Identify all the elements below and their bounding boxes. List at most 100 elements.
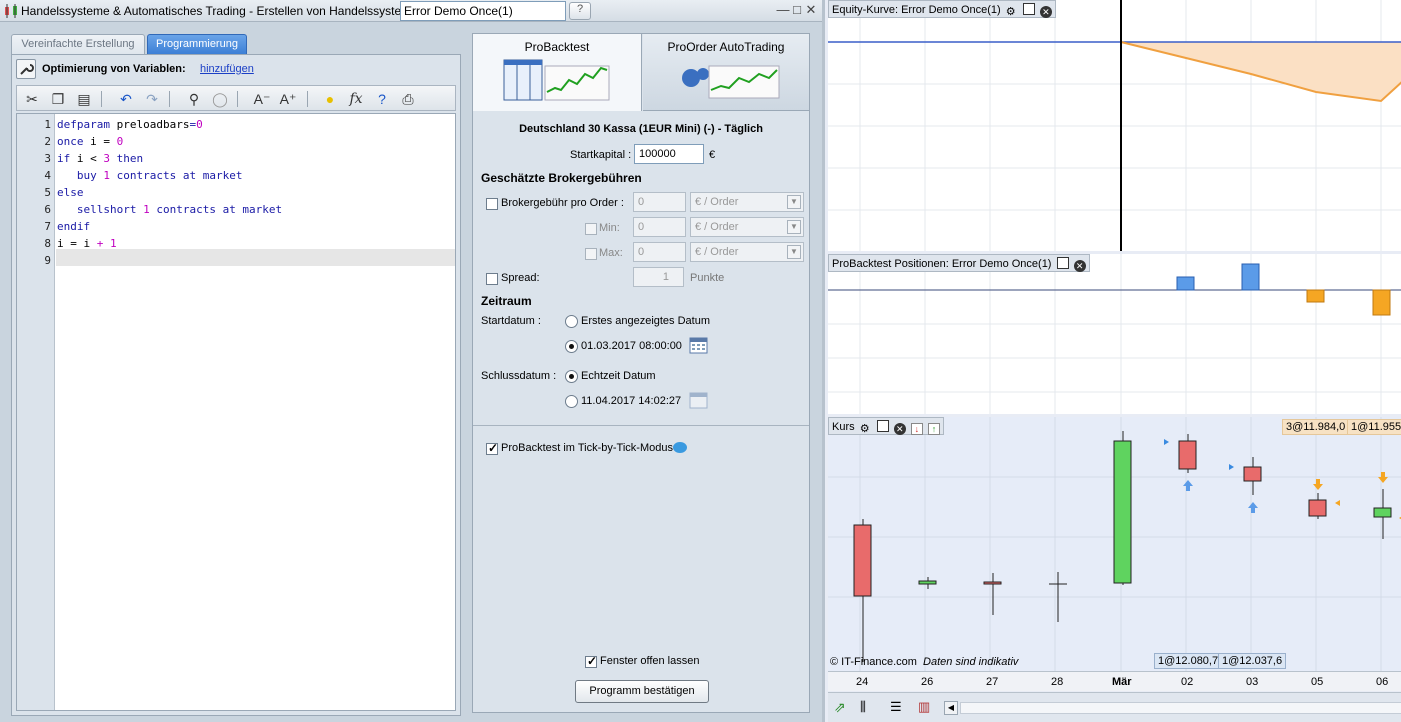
wrench-icon[interactable]: ⚙ xyxy=(860,422,872,435)
end-realtime-label: Echtzeit Datum xyxy=(581,370,656,382)
max-fee-unit-value: € / Order xyxy=(695,246,739,258)
editor-frame: Optimierung von Variablen: hinzufügen ✂ … xyxy=(11,54,461,716)
equity-chart xyxy=(828,0,1401,251)
minimize-icon[interactable]: — xyxy=(776,3,790,17)
start-first-date-label: Erstes angezeigtes Datum xyxy=(581,315,711,327)
candle-up xyxy=(1113,440,1132,584)
tab-simplified-creation[interactable]: Vereinfachte Erstellung xyxy=(11,34,145,54)
start-capital-input[interactable]: 100000 xyxy=(634,144,704,164)
print-icon[interactable]: ⎙ xyxy=(397,89,419,109)
close-icon[interactable]: ✕ xyxy=(804,3,818,17)
spread-stepper[interactable]: 1 xyxy=(633,267,684,287)
wrench-icon[interactable] xyxy=(16,59,36,79)
help-question-icon[interactable]: ? xyxy=(569,2,591,20)
comment-icon[interactable]: ◯ xyxy=(209,89,231,109)
undo-icon[interactable]: ↶ xyxy=(115,89,137,109)
positions-pane-header: ProBacktest Positionen: Error Demo Once(… xyxy=(828,254,1090,272)
close-icon[interactable]: ✕ xyxy=(893,423,906,435)
arrow-down-icon[interactable]: ↓ xyxy=(910,423,923,435)
min-fee-input[interactable]: 0 xyxy=(633,217,686,237)
help-icon[interactable]: ? xyxy=(371,89,393,109)
tab-programming[interactable]: Programmierung xyxy=(147,34,247,54)
positions-chart xyxy=(828,254,1401,414)
code-editor[interactable]: 1 2 3 4 5 6 7 8 9 defparam preloadbars=0… xyxy=(16,113,456,711)
font-larger-icon[interactable]: A⁺ xyxy=(277,89,299,109)
tick-mode-checkbox[interactable] xyxy=(486,441,498,455)
close-icon[interactable]: ✕ xyxy=(1073,260,1086,272)
min-fee-unit-select[interactable]: € / Order ▼ xyxy=(690,217,804,237)
sell-arrow-icon xyxy=(1313,479,1323,490)
close-icon[interactable]: ✕ xyxy=(1039,6,1052,18)
function-icon[interactable]: fx xyxy=(345,89,367,109)
broker-fee-input[interactable]: 0 xyxy=(633,192,686,212)
x-axis-tick: 06 xyxy=(1376,676,1389,688)
cut-icon[interactable]: ✂ xyxy=(21,89,43,109)
broker-fee-unit-select[interactable]: € / Order ▼ xyxy=(690,192,804,212)
end-realtime-radio[interactable] xyxy=(565,370,578,383)
code-token: contracts at market xyxy=(149,203,283,216)
max-fee-unit-select[interactable]: € / Order ▼ xyxy=(690,242,804,262)
app-candlestick-icon xyxy=(5,4,17,18)
system-name-input[interactable]: Error Demo Once(1) xyxy=(400,1,566,21)
calendar-icon[interactable] xyxy=(689,391,708,409)
export-chart-icon[interactable]: ⇗ xyxy=(834,699,852,717)
code-token: sellshort xyxy=(57,203,144,216)
candle-down xyxy=(1308,499,1327,517)
period-heading: Zeitraum xyxy=(481,294,532,308)
end-custom-date-value: 11.04.2017 14:02:27 xyxy=(581,395,682,407)
window-title-bar: Handelssysteme & Automatisches Trading -… xyxy=(0,0,822,22)
spread-label: Spread: xyxy=(501,272,540,284)
window-icon[interactable] xyxy=(1022,3,1035,15)
horizontal-scrollbar[interactable] xyxy=(960,702,1401,714)
font-smaller-icon[interactable]: A⁻ xyxy=(251,89,273,109)
info-bubble-icon[interactable] xyxy=(673,442,687,453)
chart-bottom-toolbar: ⇗ ⫼ ☰ ▥ ◀ xyxy=(828,692,1401,722)
start-custom-date-radio[interactable] xyxy=(565,340,578,353)
code-token: once xyxy=(57,135,91,148)
positions-chart-pane[interactable]: ProBacktest Positionen: Error Demo Once(… xyxy=(828,254,1401,414)
indicators-icon[interactable]: ▥ xyxy=(918,699,936,717)
code-token: contracts at market xyxy=(109,169,243,182)
price-chart-pane[interactable]: Kurs ⚙ ✕ ↓ ↑ 3@11.984,0 1@11.955, 1@12.0… xyxy=(828,417,1401,671)
code-line: buy 1 contracts at market xyxy=(57,169,243,182)
equity-chart-pane[interactable]: Equity-Kurve: Error Demo Once(1) ⚙ ✕ xyxy=(828,0,1401,251)
chart-type-icon[interactable]: ⫼ xyxy=(860,699,880,717)
toolbar-divider xyxy=(237,91,238,107)
window-icon[interactable] xyxy=(876,420,889,432)
candle-up xyxy=(1373,507,1392,518)
x-axis-tick: Mär xyxy=(1112,676,1132,688)
x-axis-tick: 27 xyxy=(986,676,999,688)
tick-mode-label: ProBacktest im Tick-by-Tick-Modus xyxy=(501,442,673,454)
min-fee-checkbox[interactable] xyxy=(585,223,597,235)
broker-fee-label: Brokergebühr pro Order : xyxy=(501,197,624,209)
maximize-icon[interactable]: □ xyxy=(790,3,804,17)
max-fee-input[interactable]: 0 xyxy=(633,242,686,262)
window-icon[interactable] xyxy=(1056,257,1069,269)
paste-icon[interactable]: ▤ xyxy=(73,89,95,109)
charts-area: Equity-Kurve: Error Demo Once(1) ⚙ ✕ Pro… xyxy=(822,0,1401,722)
search-icon[interactable]: ⚲ xyxy=(183,89,205,109)
scroll-left-icon[interactable]: ◀ xyxy=(944,701,958,715)
confirm-program-button[interactable]: Programm bestätigen xyxy=(575,680,709,703)
position-bar-long xyxy=(1241,263,1260,291)
buy-arrow-icon xyxy=(1248,502,1258,513)
calendar-icon[interactable] xyxy=(689,336,708,354)
redo-icon[interactable]: ↷ xyxy=(141,89,163,109)
end-custom-date-radio[interactable] xyxy=(565,395,578,408)
list-icon[interactable]: ☰ xyxy=(890,699,908,717)
broker-fee-checkbox[interactable] xyxy=(486,198,498,210)
equity-pane-title: Equity-Kurve: Error Demo Once(1) xyxy=(832,4,1001,16)
spread-checkbox[interactable] xyxy=(486,273,498,285)
code-token: 1 xyxy=(103,169,110,182)
arrow-up-icon[interactable]: ↑ xyxy=(927,423,940,435)
tab-proorder-autotrading[interactable]: ProOrder AutoTrading xyxy=(643,34,809,111)
max-fee-checkbox[interactable] xyxy=(585,248,597,260)
position-bar-short xyxy=(1306,289,1325,303)
wrench-icon[interactable]: ⚙ xyxy=(1006,5,1018,18)
keep-window-checkbox[interactable] xyxy=(585,654,597,668)
lightbulb-icon[interactable]: ● xyxy=(319,89,341,109)
optimization-add-link[interactable]: hinzufügen xyxy=(200,63,254,75)
start-first-date-radio[interactable] xyxy=(565,315,578,328)
tab-probacktest[interactable]: ProBacktest xyxy=(473,34,642,111)
copy-icon[interactable]: ❐ xyxy=(47,89,69,109)
